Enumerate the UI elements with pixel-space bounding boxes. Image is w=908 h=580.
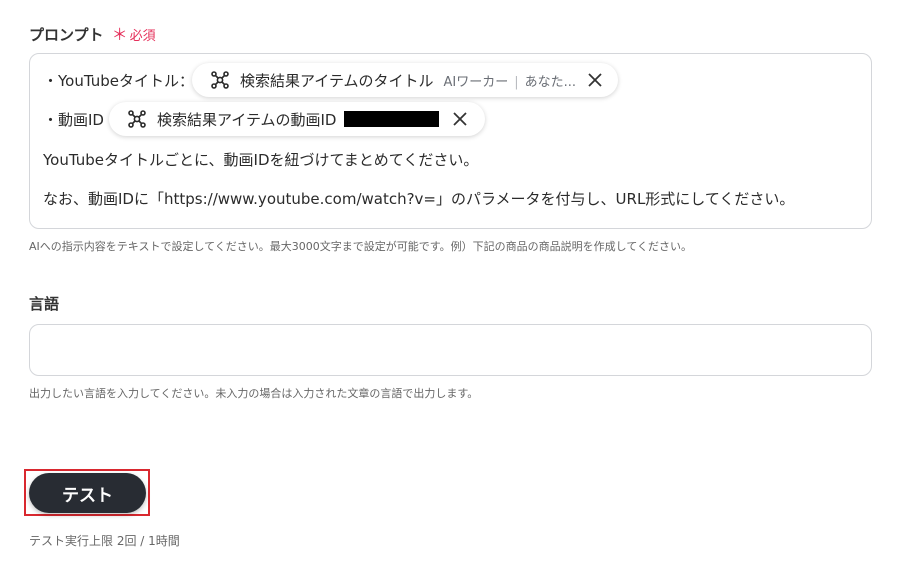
prompt-line-instruction: YouTubeタイトルごとに、動画IDを紐づけてまとめてください。 [43,151,479,169]
node-graph-icon [210,70,230,90]
prompt-editor[interactable]: ・YouTubeタイトル： 検索結果アイテムのタイトル AIワーカー | あなた..… [29,53,872,229]
pill-title-text: 検索結果アイテムのタイトル [240,71,434,90]
language-input[interactable] [29,324,872,376]
pill-separator: | [514,74,519,90]
redacted-block [344,111,440,127]
pill-source-text: AIワーカー [443,74,509,90]
prompt-line-video-id: ・動画ID [43,111,104,129]
pill-note-text: あなた... [524,74,577,90]
node-graph-icon [127,109,147,129]
close-icon[interactable] [453,112,468,126]
pill-source: AIワーカー | あなた... [444,71,577,90]
variable-pill-video-id[interactable]: 検索結果アイテムの動画ID [109,102,485,136]
language-label: 言語 [29,295,60,313]
language-help-text: 出力したい言語を入力してください。未入力の場合は入力された文章の言語で出力します… [29,387,479,400]
test-limit-text: テスト実行上限 2回 / 1時間 [29,534,180,548]
required-badge: ＊必須 [112,25,156,44]
variable-pill-title[interactable]: 検索結果アイテムのタイトル AIワーカー | あなた... [192,63,618,97]
prompt-help-text: AIへの指示内容をテキストで設定してください。最大3000文字まで設定が可能です… [29,240,693,253]
pill-video-id-text: 検索結果アイテムの動画ID [157,110,337,129]
test-button[interactable]: テスト [29,473,146,513]
prompt-label-text: プロンプト [29,26,104,44]
required-asterisk: ＊ [111,25,128,44]
required-text: 必須 [129,29,156,44]
prompt-line-title: ・YouTubeタイトル： [43,72,194,90]
prompt-label: プロンプト ＊必須 [29,21,156,45]
prompt-line-url-note: なお、動画IDに「https://www.youtube.com/watch?v… [43,190,795,208]
close-icon[interactable] [588,73,602,87]
